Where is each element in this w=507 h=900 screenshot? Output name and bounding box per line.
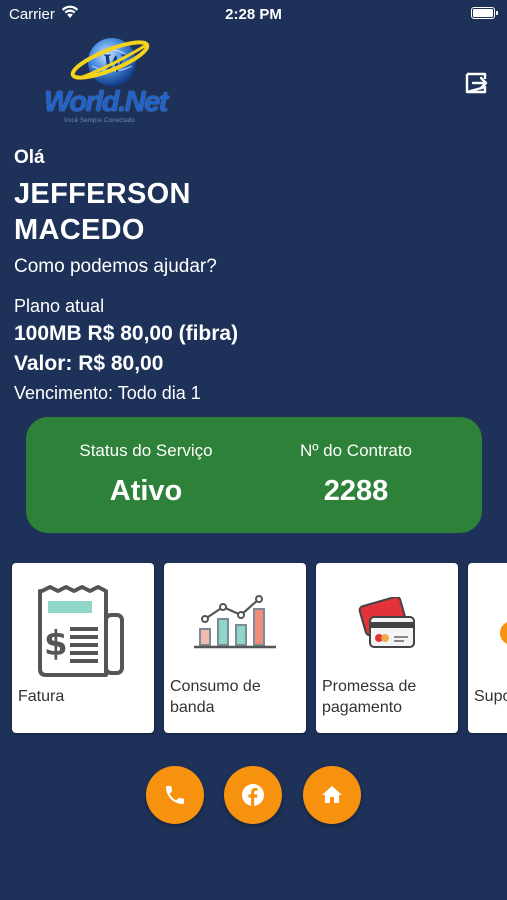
status-bar: Carrier 2:28 PM xyxy=(0,0,507,28)
service-status-card: Status do Serviço Ativo Nº do Contrato 2… xyxy=(26,417,482,533)
contract-number-value: 2288 xyxy=(323,475,389,507)
services-carousel[interactable]: $ Fatura Consumo de banda Promessa de pa… xyxy=(0,563,507,735)
contract-number-label: Nº do Contrato xyxy=(299,441,413,460)
call-button[interactable] xyxy=(146,766,204,824)
help-prompt: Como podemos ajudar? xyxy=(14,256,217,277)
facebook-button[interactable] xyxy=(224,766,282,824)
user-name: JEFFERSON MACEDO xyxy=(14,178,191,246)
bandwidth-chart-icon xyxy=(190,595,280,658)
logo-brand: World.Net xyxy=(44,86,168,118)
service-status-value: Ativo xyxy=(109,475,183,507)
clock: 2:28 PM xyxy=(225,6,282,23)
credit-card-icon xyxy=(356,595,418,658)
service-label-bandwidth: Consumo de banda xyxy=(170,678,261,716)
service-status-label: Status do Serviço xyxy=(79,441,213,460)
phone-icon xyxy=(166,786,184,804)
service-label-payment-promise: Promessa de pagamento xyxy=(322,678,417,716)
plan-value: Valor: R$ 80,00 xyxy=(14,352,164,375)
service-card-bandwidth[interactable]: Consumo de banda xyxy=(164,563,306,733)
logo-tagline: Você Sempre Conectado xyxy=(64,118,135,124)
greeting-hello: Olá xyxy=(14,147,45,168)
service-card-support[interactable]: Suporte xyxy=(468,563,507,733)
service-label-support: Suporte xyxy=(474,688,507,705)
service-card-payment-promise[interactable]: Promessa de pagamento xyxy=(316,563,458,733)
facebook-icon xyxy=(242,784,264,806)
due-date: Vencimento: Todo dia 1 xyxy=(14,383,201,403)
home-button[interactable] xyxy=(303,766,361,824)
invoice-icon: $ xyxy=(36,585,128,686)
support-icon xyxy=(496,611,507,656)
svg-text:$: $ xyxy=(44,624,68,664)
home-icon xyxy=(322,786,342,803)
plan-label: Plano atual xyxy=(14,296,105,316)
worldnet-logo: W World.Net Você Sempre Conectado xyxy=(40,36,180,128)
battery-icon xyxy=(471,7,498,19)
logout-button[interactable] xyxy=(463,69,491,97)
service-label-invoice: Fatura xyxy=(18,688,65,705)
service-card-invoice[interactable]: $ Fatura xyxy=(12,563,154,733)
plan-name: 100MB R$ 80,00 (fibra) xyxy=(14,322,239,345)
logout-icon xyxy=(465,72,488,94)
